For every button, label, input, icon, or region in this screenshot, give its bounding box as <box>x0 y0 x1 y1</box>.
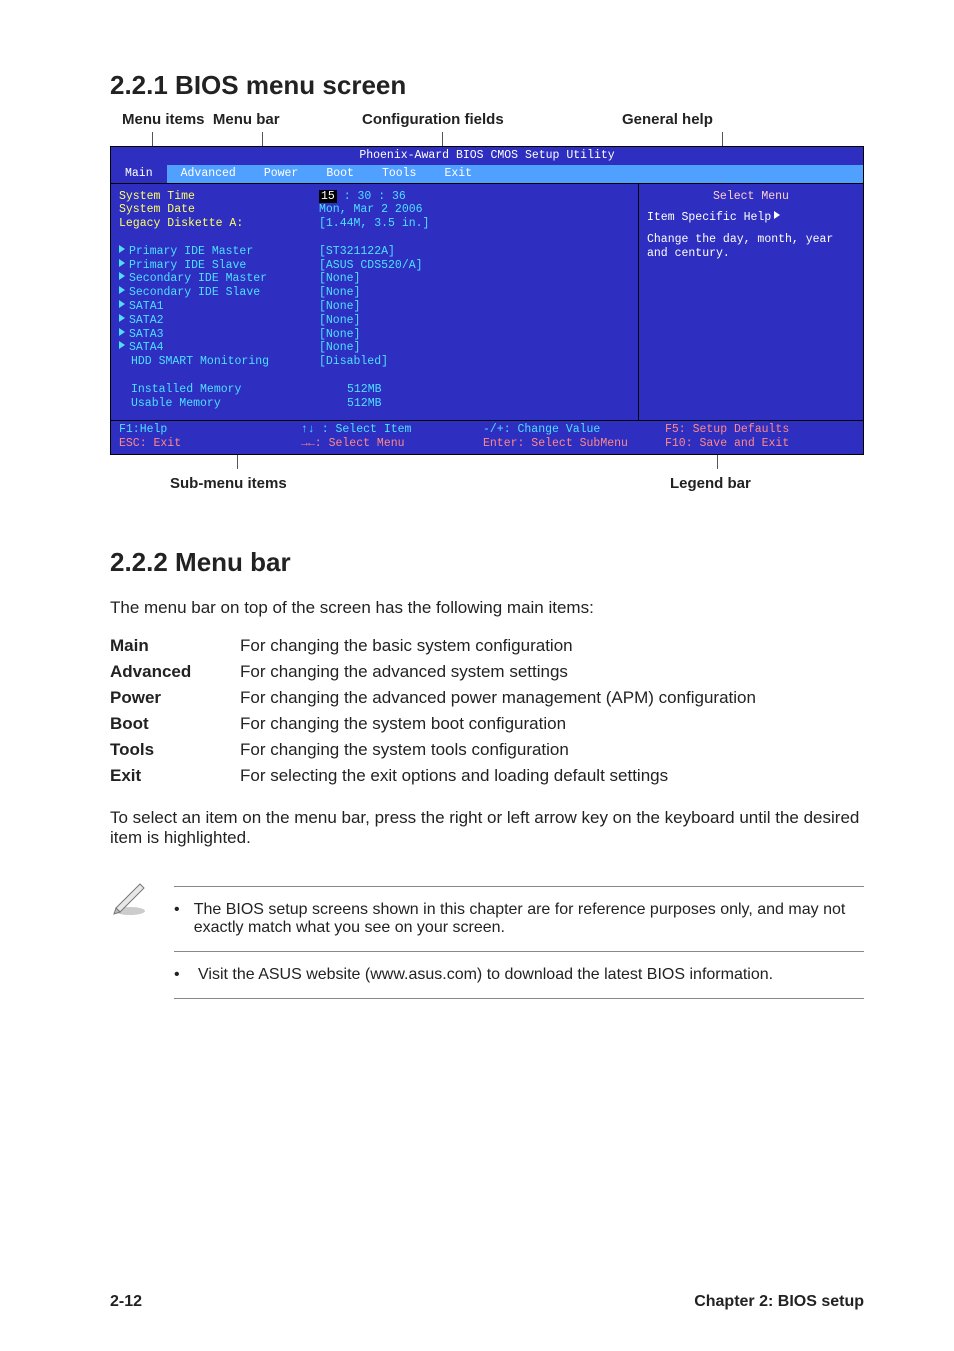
label-submenu-items: Sub-menu items <box>170 475 610 492</box>
submenu-secondary-ide-master[interactable]: Secondary IDE Master <box>119 272 319 286</box>
menu-name-boot: Boot <box>110 714 240 734</box>
primary-ide-slave-value: [ASUS CDS520/A] <box>319 259 630 273</box>
triangle-icon <box>119 314 125 322</box>
bios-title: Phoenix-Award BIOS CMOS Setup Utility <box>111 147 863 165</box>
bullet-icon: • <box>174 901 184 937</box>
triangle-icon <box>119 300 125 308</box>
top-tick-lines <box>122 132 864 146</box>
menu-name-advanced: Advanced <box>110 662 240 682</box>
sys-date-label: System Date <box>119 203 319 217</box>
triangle-icon <box>119 245 125 253</box>
triangle-icon <box>119 328 125 336</box>
usable-memory-value: 512MB <box>319 397 630 411</box>
bottom-labels: Sub-menu items Legend bar <box>110 475 864 492</box>
triangle-icon <box>119 259 125 267</box>
installed-memory-value: 512MB <box>319 383 630 397</box>
select-menu-label: Select Menu <box>647 190 855 204</box>
hdd-smart-label: HDD SMART Monitoring <box>119 355 319 369</box>
note-block: • The BIOS setup screens shown in this ch… <box>110 872 864 1013</box>
legend-esc: ESC: Exit <box>119 437 301 451</box>
tab-tools[interactable]: Tools <box>368 165 431 183</box>
menubar-select-note: To select an item on the menu bar, press… <box>110 808 864 848</box>
bottom-tick-lines <box>122 455 864 469</box>
divider <box>174 951 864 952</box>
help-text: Change the day, month, year and century. <box>647 233 855 261</box>
sata1-value: [None] <box>319 300 630 314</box>
page-footer: 2-12 Chapter 2: BIOS setup <box>110 1293 864 1311</box>
menu-desc-advanced: For changing the advanced system setting… <box>240 662 864 682</box>
top-labels: Menu items Menu bar Configuration fields… <box>110 111 864 128</box>
note-1: The BIOS setup screens shown in this cha… <box>194 901 864 937</box>
legend-f5: F5: Setup Defaults <box>665 423 855 437</box>
menu-table: MainFor changing the basic system config… <box>110 636 864 786</box>
menu-desc-power: For changing the advanced power manageme… <box>240 688 864 708</box>
sys-date-value[interactable]: Mon, Mar 2 2006 <box>319 203 630 217</box>
legend-f10: F10: Save and Exit <box>665 437 855 451</box>
submenu-primary-ide-slave[interactable]: Primary IDE Slave <box>119 259 319 273</box>
label-config-fields: Configuration fields <box>312 111 592 128</box>
label-menu-bar: Menu bar <box>213 111 280 128</box>
triangle-icon <box>119 341 125 349</box>
divider <box>174 998 864 999</box>
submenu-sata4[interactable]: SATA4 <box>119 341 319 355</box>
submenu-secondary-ide-slave[interactable]: Secondary IDE Slave <box>119 286 319 300</box>
triangle-icon <box>774 211 780 219</box>
tab-advanced[interactable]: Advanced <box>167 165 250 183</box>
legend-enter: Enter: Select SubMenu <box>483 437 665 451</box>
tab-exit[interactable]: Exit <box>430 165 486 183</box>
divider <box>174 886 864 887</box>
bios-left-pane: System Time 15 : 30 : 36 System Date Mon… <box>111 184 638 421</box>
installed-memory-label: Installed Memory <box>119 383 319 397</box>
secondary-ide-slave-value: [None] <box>319 286 630 300</box>
submenu-sata3[interactable]: SATA3 <box>119 328 319 342</box>
section-222-title: 2.2.2 Menu bar <box>110 547 864 578</box>
bios-menu-bar: Main Advanced Power Boot Tools Exit <box>111 165 863 183</box>
submenu-sata2[interactable]: SATA2 <box>119 314 319 328</box>
sys-time-label: System Time <box>119 190 319 204</box>
menu-name-tools: Tools <box>110 740 240 760</box>
triangle-icon <box>119 272 125 280</box>
menu-name-power: Power <box>110 688 240 708</box>
submenu-sata1[interactable]: SATA1 <box>119 300 319 314</box>
label-general-help: General help <box>592 111 864 128</box>
chapter-label: Chapter 2: BIOS setup <box>694 1293 864 1311</box>
label-menu-items: Menu items <box>122 111 205 128</box>
item-specific-help-label: Item Specific Help <box>647 211 855 225</box>
legacy-diskette-value[interactable]: [1.44M, 3.5 in.] <box>319 217 630 231</box>
menu-desc-tools: For changing the system tools configurat… <box>240 740 864 760</box>
menu-desc-boot: For changing the system boot configurati… <box>240 714 864 734</box>
menu-desc-main: For changing the basic system configurat… <box>240 636 864 656</box>
menu-desc-exit: For selecting the exit options and loadi… <box>240 766 864 786</box>
hdd-smart-value[interactable]: [Disabled] <box>319 355 630 369</box>
bios-legend-bar: F1:Help ESC: Exit ↑↓ : Select Item →←: S… <box>111 421 863 454</box>
pencil-icon <box>110 872 156 1013</box>
legacy-diskette-label: Legacy Diskette A: <box>119 217 319 231</box>
submenu-primary-ide-master[interactable]: Primary IDE Master <box>119 245 319 259</box>
menu-name-main: Main <box>110 636 240 656</box>
tab-main[interactable]: Main <box>111 165 167 183</box>
bullet-icon: • <box>174 966 188 984</box>
sata2-value: [None] <box>319 314 630 328</box>
bios-screen: Phoenix-Award BIOS CMOS Setup Utility Ma… <box>110 146 864 455</box>
menu-name-exit: Exit <box>110 766 240 786</box>
menubar-intro: The menu bar on top of the screen has th… <box>110 598 864 618</box>
tab-boot[interactable]: Boot <box>312 165 368 183</box>
sys-time-value[interactable]: 15 : 30 : 36 <box>319 190 630 204</box>
sata3-value: [None] <box>319 328 630 342</box>
sata4-value: [None] <box>319 341 630 355</box>
legend-change-value: -/+: Change Value <box>483 423 665 437</box>
label-legend-bar: Legend bar <box>610 475 864 492</box>
legend-f1: F1:Help <box>119 423 301 437</box>
usable-memory-label: Usable Memory <box>119 397 319 411</box>
tab-power[interactable]: Power <box>250 165 313 183</box>
legend-select-item: ↑↓ : Select Item <box>301 423 483 437</box>
section-221-title: 2.2.1 BIOS menu screen <box>110 70 864 101</box>
page-number: 2-12 <box>110 1293 142 1311</box>
secondary-ide-master-value: [None] <box>319 272 630 286</box>
triangle-icon <box>119 286 125 294</box>
legend-select-menu: →←: Select Menu <box>301 437 483 451</box>
primary-ide-master-value: [ST321122A] <box>319 245 630 259</box>
bios-right-pane: Select Menu Item Specific Help Change th… <box>638 184 863 421</box>
note-2: Visit the ASUS website (www.asus.com) to… <box>198 966 773 984</box>
